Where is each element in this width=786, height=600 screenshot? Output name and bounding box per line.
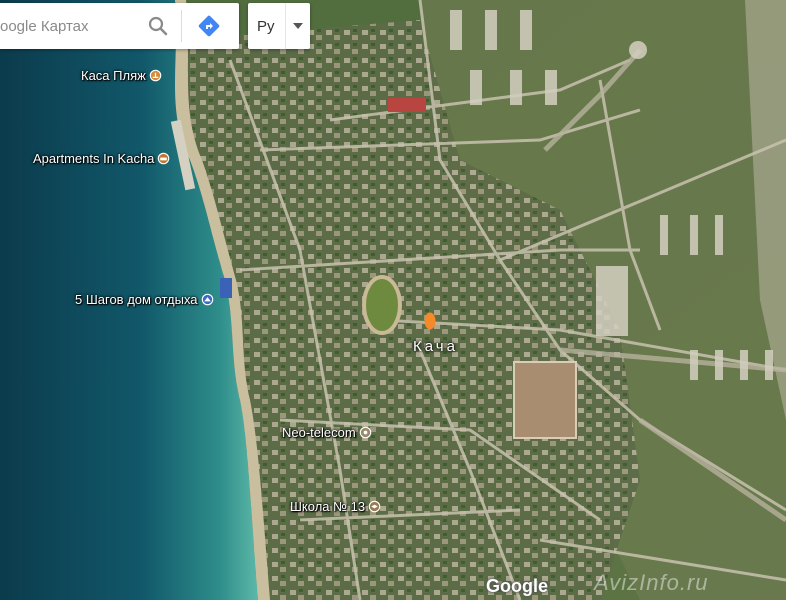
beach-icon: [149, 69, 162, 82]
poi-label: Каса Пляж: [81, 68, 146, 83]
lodging-icon: [201, 293, 213, 306]
google-logo[interactable]: Google: [486, 576, 548, 597]
poi-label: Apartments In Kacha: [33, 151, 155, 166]
search-box: [0, 3, 239, 49]
hotel-icon: [158, 152, 170, 165]
language-selected: Ру: [257, 17, 275, 35]
poi-kasa-beach[interactable]: Каса Пляж: [81, 68, 162, 83]
search-icon: [148, 16, 168, 36]
search-button[interactable]: [141, 3, 175, 49]
language-select[interactable]: Ру: [248, 3, 310, 49]
red-roof-building: [388, 98, 426, 112]
business-icon: [359, 426, 371, 439]
compound: [513, 361, 577, 439]
blue-building: [220, 278, 232, 298]
poi-label: Школа № 13: [290, 499, 366, 514]
town-marker-icon[interactable]: [424, 312, 436, 330]
poi-label: 5 Шагов дом отдыха: [75, 292, 198, 307]
watermark: AvizInfo.ru: [594, 570, 709, 595]
directions-icon: [198, 15, 220, 37]
town-label: Кача: [413, 338, 458, 355]
directions-button[interactable]: [186, 3, 232, 49]
language-dropdown-button[interactable]: [286, 23, 310, 29]
poi-apartments-kacha[interactable]: Apartments In Kacha: [33, 151, 170, 166]
search-input[interactable]: [0, 17, 135, 35]
poi-label: Neo-telecom: [282, 425, 356, 440]
search-divider: [181, 10, 182, 42]
poi-school-13[interactable]: Школа № 13: [290, 499, 381, 514]
poi-neo-telecom[interactable]: Neo-telecom: [282, 425, 372, 440]
poi-5-steps-rest-house[interactable]: 5 Шагов дом отдыха: [75, 292, 214, 307]
stadium: [362, 275, 402, 335]
chevron-down-icon: [293, 23, 303, 29]
school-icon: [368, 500, 381, 513]
